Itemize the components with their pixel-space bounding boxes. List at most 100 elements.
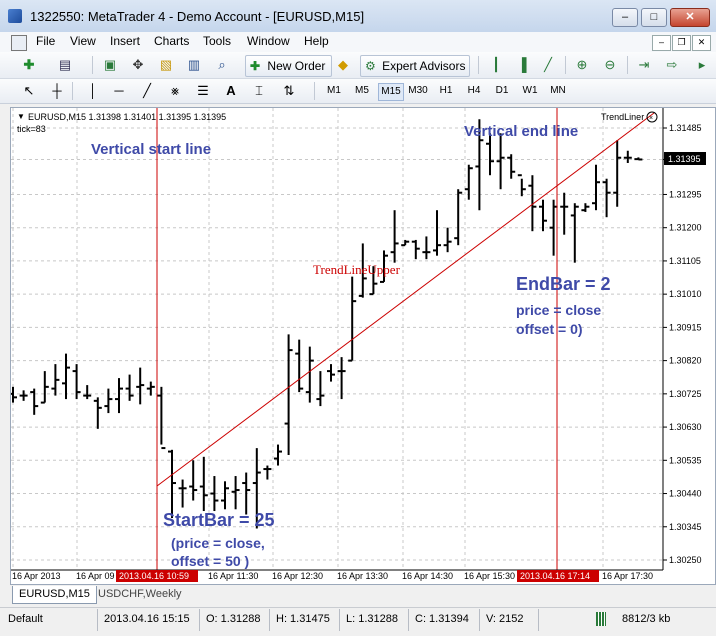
menu-bar xyxy=(0,32,716,53)
timeframe-m5-button[interactable]: M5 xyxy=(350,83,374,99)
chart-shift-icon[interactable]: ⇥ xyxy=(635,56,653,74)
menu-tools[interactable]: Tools xyxy=(203,34,231,48)
menu-file[interactable]: File xyxy=(36,34,55,48)
ohlc-bar xyxy=(199,456,208,512)
trendline-upper[interactable] xyxy=(156,112,655,487)
vertical-line-icon[interactable]: │ xyxy=(84,82,102,100)
toolbar-separator xyxy=(314,82,315,100)
ohlc-bar xyxy=(231,476,240,510)
close-button[interactable]: ✕ xyxy=(670,8,710,27)
price-tick-label: 1.30915 xyxy=(669,322,702,332)
timeframe-m30-button[interactable]: M30 xyxy=(406,83,430,99)
maximize-button[interactable]: □ xyxy=(641,8,667,27)
navigator-icon[interactable]: ✥ xyxy=(129,56,147,74)
status-high: H: 1.31475 xyxy=(276,613,330,625)
chart-menu-arrow-icon[interactable]: ▼ xyxy=(17,112,25,121)
zoom-in-icon[interactable]: ⊕ xyxy=(573,56,591,74)
text-label-icon[interactable]: ⌶ xyxy=(250,82,268,100)
new-order-button[interactable]: ✚ New Order xyxy=(245,55,332,77)
strategy-tester-icon[interactable]: ⌕ xyxy=(213,56,231,74)
start-time-label: 2013.04.16 10:59 xyxy=(119,571,189,581)
status-profile: Default xyxy=(8,613,43,625)
ohlc-bar xyxy=(93,397,102,429)
ohlc-bar xyxy=(549,199,558,256)
profiles-icon[interactable]: ▤ xyxy=(56,56,74,74)
time-tick-label: 16 Apr 15:30 xyxy=(464,571,515,581)
crosshair-icon[interactable]: ┼ xyxy=(48,82,66,100)
menu-help[interactable]: Help xyxy=(304,34,329,48)
timeframe-d1-button[interactable]: D1 xyxy=(490,83,514,99)
menu-view[interactable]: View xyxy=(70,34,96,48)
candlestick-icon[interactable]: ▐ xyxy=(513,56,531,74)
tab-usdchf-weekly[interactable]: USDCHF,Weekly xyxy=(92,586,188,603)
expert-advisors-icon: ⚙ xyxy=(365,59,376,73)
end-time-label: 2013.04.16 17:14 xyxy=(520,571,590,581)
price-tick-label: 1.31010 xyxy=(669,289,702,299)
ohlc-bar xyxy=(221,481,229,510)
bar-chart-icon[interactable]: ┃ xyxy=(487,56,505,74)
toolbar-separator xyxy=(92,56,93,74)
ohlc-bar xyxy=(284,334,293,456)
mdi-restore-icon[interactable]: ❐ xyxy=(672,35,691,51)
ohlc-bar xyxy=(517,174,526,197)
market-watch-icon[interactable]: ▣ xyxy=(101,56,119,74)
ohlc-bar xyxy=(539,199,547,232)
auto-scroll-icon[interactable]: ⇨ xyxy=(663,56,681,74)
text-icon[interactable]: A xyxy=(222,82,240,100)
line-chart-icon[interactable]: ╱ xyxy=(539,56,557,74)
more-tools-icon[interactable]: ▸ xyxy=(693,56,711,74)
price-tick-label: 1.30630 xyxy=(669,422,702,432)
ohlc-bar xyxy=(390,210,399,263)
metatrader-app-icon xyxy=(8,9,22,23)
endbar-annotation-title: EndBar = 2 xyxy=(516,274,611,294)
ohlc-bar xyxy=(115,378,123,414)
status-traffic: 8812/3 kb xyxy=(622,613,671,625)
timeframe-h4-button[interactable]: H4 xyxy=(462,83,486,99)
timeframe-mn-button[interactable]: MN xyxy=(546,83,570,99)
menu-window[interactable]: Window xyxy=(247,34,290,48)
timeframe-w1-button[interactable]: W1 xyxy=(518,83,542,99)
folder-icon[interactable]: ▧ xyxy=(157,56,175,74)
terminal-icon[interactable]: ▥ xyxy=(185,56,203,74)
document-icon[interactable] xyxy=(11,35,27,51)
timeframe-h1-button[interactable]: H1 xyxy=(434,83,458,99)
menu-charts[interactable]: Charts xyxy=(154,34,189,48)
ohlc-bar xyxy=(401,239,410,247)
fibonacci-icon[interactable]: ☰ xyxy=(194,82,212,100)
timeframe-m1-button[interactable]: M1 xyxy=(322,83,346,99)
ohlc-bar xyxy=(592,164,600,211)
mdi-close-icon[interactable]: ✕ xyxy=(692,35,711,51)
ohlc-bar xyxy=(433,210,441,256)
zoom-out-icon[interactable]: ⊖ xyxy=(601,56,619,74)
time-tick-label: 16 Apr 17:30 xyxy=(602,571,653,581)
time-tick-label: 16 Apr 13:30 xyxy=(337,571,388,581)
metaeditor-icon[interactable]: ◆ xyxy=(334,56,352,74)
current-price-label: 1.31395 xyxy=(668,154,701,164)
startbar-annotation-title: StartBar = 25 xyxy=(163,510,275,530)
tick-counter: tick=83 xyxy=(17,124,46,134)
new-chart-icon[interactable]: ✚ xyxy=(20,56,38,74)
price-chart[interactable]: 1.31485 1.31295 1.31200 1.31105 1.31010 1.309… xyxy=(11,108,713,582)
channel-icon[interactable]: ⨳ xyxy=(166,82,184,100)
cursor-icon[interactable]: ↖ xyxy=(20,82,38,100)
ohlc-bar xyxy=(411,239,420,260)
time-tick-label: 16 Apr 14:30 xyxy=(402,571,453,581)
price-tick-label: 1.30535 xyxy=(669,455,702,465)
trendline-icon[interactable]: ╱ xyxy=(138,82,156,100)
tab-eurusd-m15[interactable]: EURUSD,M15 xyxy=(12,586,97,604)
arrows-icon[interactable]: ⇅ xyxy=(280,82,298,100)
expert-advisors-button[interactable]: ⚙ Expert Advisors xyxy=(360,55,470,77)
menu-insert[interactable]: Insert xyxy=(110,34,140,48)
ohlc-bar xyxy=(274,444,282,466)
new-order-icon: ✚ xyxy=(250,59,261,73)
mdi-minimize-icon[interactable]: ‒ xyxy=(652,35,671,51)
endbar-annotation-line2: offset = 0) xyxy=(516,321,583,337)
minimize-button[interactable]: ‒ xyxy=(612,8,638,27)
toolbar-separator xyxy=(72,82,73,100)
ohlc-bar xyxy=(83,385,92,400)
timeframe-m15-button[interactable]: M15 xyxy=(378,83,404,101)
ohlc-bar xyxy=(30,388,39,415)
new-order-label: New Order xyxy=(267,59,326,73)
horizontal-line-icon[interactable]: ─ xyxy=(110,82,128,100)
ohlc-bar xyxy=(454,189,463,246)
